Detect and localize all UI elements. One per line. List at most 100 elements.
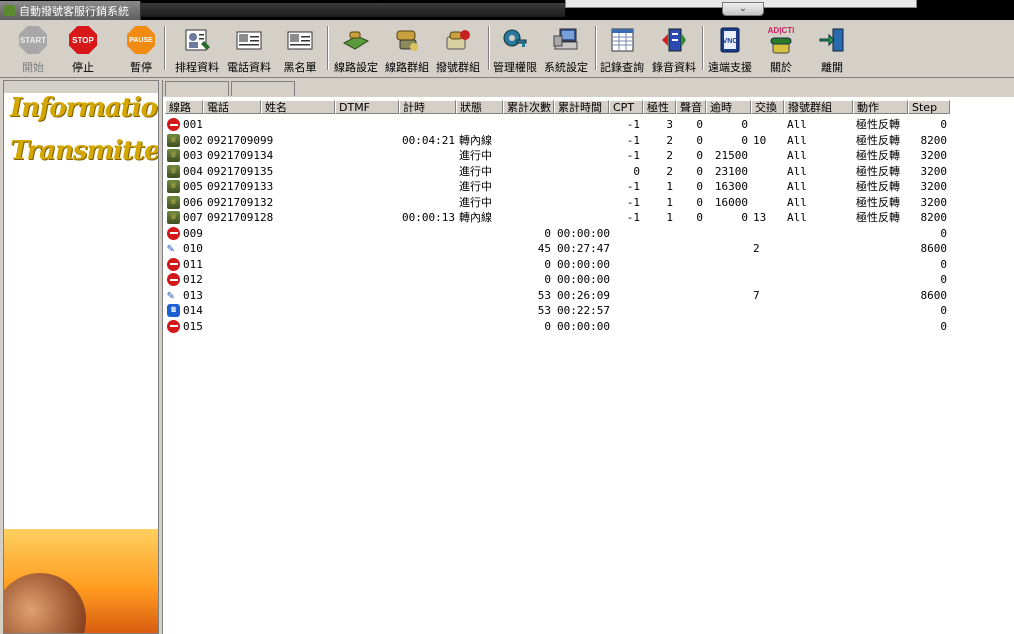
table-row[interactable]: 012 0 00:00:00 0 (165, 272, 1014, 288)
cell-timer: 00:00:13 (402, 211, 455, 224)
column-header[interactable]: 交換 (751, 100, 784, 114)
column-header[interactable]: 姓名 (261, 100, 335, 114)
telephone-icon: ☎ (167, 304, 180, 317)
cell-total (557, 210, 606, 225)
about-button[interactable]: AD|CTI 關於 (762, 24, 800, 76)
line-group-button[interactable]: 線路群組 (384, 24, 430, 76)
schedule-button[interactable]: 排程資料 (174, 24, 220, 76)
cell-exchange (753, 179, 783, 194)
cell-step: 8200 (920, 211, 948, 224)
phone-icon: ☏ (167, 133, 180, 147)
table-row[interactable]: ☎ 014 53 00:22:57 0 (165, 303, 1014, 319)
column-header[interactable]: 動作 (853, 100, 908, 114)
remote-support-label: 遠端支援 (708, 61, 752, 74)
column-header[interactable]: 逾時 (706, 100, 751, 114)
cell-sound: 0 (696, 180, 703, 193)
table-row[interactable]: ✎ 010 45 00:27:47 2 8600 (165, 241, 1014, 257)
dial-group-button[interactable]: 撥號群組 (435, 24, 481, 76)
column-header[interactable]: CPT (609, 100, 643, 114)
table-row[interactable]: ☏ 002 0921709099 00:04:21 轉內線 -1 2 0 0 10 All 極性反轉 8… (165, 133, 1014, 149)
table-row[interactable]: 001 -1 3 0 0 All 極性反轉 0 (165, 117, 1014, 133)
stop-icon: STOP (67, 24, 99, 56)
phone-data-button[interactable]: 電話資料 (226, 24, 272, 76)
column-header[interactable]: Step (908, 100, 950, 114)
exit-button[interactable]: 離開 (814, 24, 850, 76)
column-header[interactable]: 撥號群組 (784, 100, 853, 114)
remote-support-button[interactable]: VNC 遠端支援 (707, 24, 753, 76)
window-title: 自動撥號客服行銷系統 (19, 4, 129, 18)
cell-step: 0 (940, 118, 947, 131)
column-header[interactable]: 狀態 (456, 100, 503, 114)
pause-button[interactable]: PAUSE 暫停 (124, 24, 158, 76)
line-settings-label: 線路設定 (334, 61, 378, 74)
grid-tab-2[interactable] (231, 81, 295, 96)
cell-total: 00:00:00 (557, 319, 610, 333)
stop-button[interactable]: STOP 停止 (66, 24, 100, 76)
cell-phone (207, 257, 287, 272)
sidebar-top-strip (4, 81, 158, 93)
cell-count (506, 179, 551, 194)
table-row[interactable]: 015 0 00:00:00 0 (165, 319, 1014, 335)
phone-icon: ☏ (167, 180, 180, 193)
cell-cpt: -1 (626, 133, 640, 147)
spreadsheet-icon (606, 24, 638, 56)
cell-step: 8600 (920, 288, 948, 302)
cell-exchange (753, 319, 783, 334)
line-settings-button[interactable]: 線路設定 (333, 24, 379, 76)
recording-data-button[interactable]: 錄音資料 (651, 24, 697, 76)
cell-timer (402, 117, 453, 132)
table-row[interactable]: 011 0 00:00:00 0 (165, 257, 1014, 273)
toolbar-separator (488, 26, 490, 70)
system-settings-button[interactable]: 系統設定 (543, 24, 589, 76)
blacklist-button[interactable]: 黑名單 (280, 24, 320, 76)
cell-step: 3200 (920, 164, 948, 178)
cell-count (506, 195, 551, 210)
cell-step: 0 (940, 304, 947, 317)
column-header[interactable]: 累計時間 (554, 100, 609, 114)
table-row[interactable]: ☏ 003 0921709134 進行中 -1 2 0 21500 All 極性反轉 3200 (165, 148, 1014, 164)
table-row[interactable]: ☏ 004 0921709135 進行中 0 2 0 23100 All 極性反轉 3200 (165, 164, 1014, 180)
chevron-down-icon[interactable]: ⌄ (722, 2, 764, 16)
phone-icon: ☏ (167, 164, 180, 178)
exit-door-icon (816, 24, 848, 56)
pause-icon: PAUSE (125, 24, 157, 56)
column-header[interactable]: 計時 (399, 100, 456, 114)
title-bar: 自動撥號客服行銷系統 ⌄ (0, 0, 1014, 20)
cell-cpt (612, 257, 640, 272)
column-header[interactable]: 極性 (643, 100, 676, 114)
cell-count: 0 (544, 273, 551, 286)
column-header[interactable]: DTMF (335, 100, 399, 114)
grid-tab-bar (163, 80, 1014, 97)
column-header[interactable]: 線路 (165, 100, 203, 114)
record-query-button[interactable]: 記錄查詢 (599, 24, 645, 76)
cell-timeout (709, 226, 748, 241)
cell-polarity (646, 288, 673, 303)
cell-polarity: 3 (666, 118, 673, 131)
cell-cpt (612, 226, 640, 241)
table-row[interactable]: ☏ 005 0921709133 進行中 -1 1 0 16300 All 極性反轉 3200 (165, 179, 1014, 195)
grid-tab-1[interactable] (165, 81, 229, 96)
cell-timeout: 16300 (714, 180, 748, 193)
cell-phone (207, 288, 287, 303)
window-title-tab[interactable]: 自動撥號客服行銷系統 (0, 1, 141, 20)
cell-step: 0 (940, 319, 947, 333)
cell-cpt (612, 241, 640, 256)
cell-status (459, 226, 500, 241)
column-header[interactable]: 累計次數 (503, 100, 554, 114)
cell-timer (402, 241, 453, 256)
cell-timer (402, 164, 453, 179)
permissions-button[interactable]: 管理權限 (492, 24, 538, 76)
connection-icon: ✎ (167, 287, 175, 302)
table-row[interactable]: ✎ 013 53 00:26:09 7 8600 (165, 288, 1014, 304)
cell-total: 00:00:00 (557, 226, 610, 240)
cell-polarity (646, 257, 673, 272)
table-row[interactable]: ☏ 007 0921709128 00:00:13 轉內線 -1 1 0 0 13 All 極性反轉 8… (165, 210, 1014, 226)
start-button[interactable]: START 開始 (16, 24, 50, 76)
cell-phone: 0921709134 (207, 149, 274, 162)
table-row[interactable]: 009 0 00:00:00 0 (165, 226, 1014, 242)
column-header[interactable]: 電話 (203, 100, 261, 114)
cell-count (506, 164, 551, 179)
column-header[interactable]: 聲音 (676, 100, 706, 114)
table-row[interactable]: ☏ 006 0921709132 進行中 -1 1 0 16000 All 極性反轉 3200 (165, 195, 1014, 211)
cell-timer (402, 179, 453, 194)
